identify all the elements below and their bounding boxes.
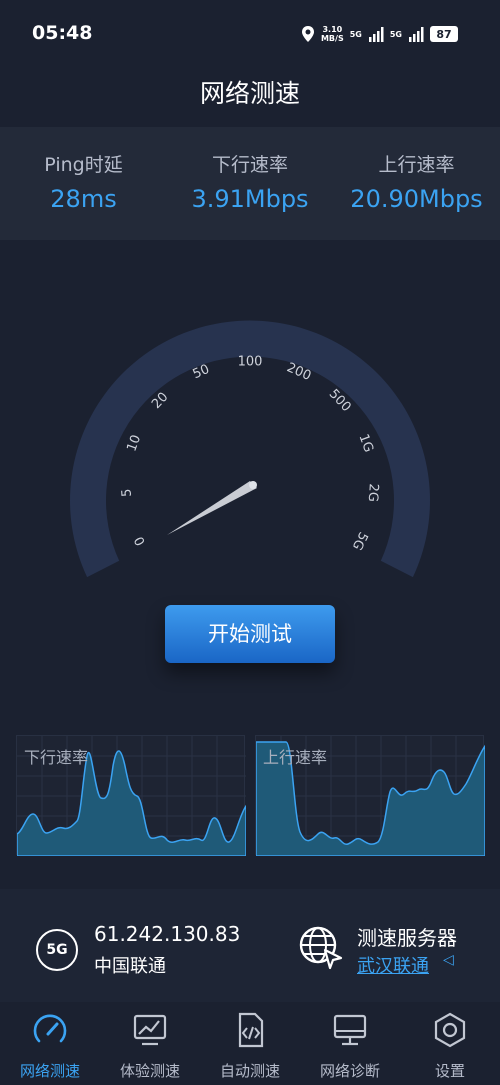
upload-chart: 上行速率 xyxy=(255,735,486,857)
download-chart-label: 下行速率 xyxy=(24,748,89,767)
gauge-tick-label: 100 xyxy=(238,355,263,370)
gauge-tick-label: 0 xyxy=(132,534,149,548)
speed-gauge: 05102050 100 2005001G2G5G xyxy=(69,320,430,578)
server-name-link[interactable]: 武汉联通 xyxy=(357,952,429,978)
gauge-tick-label: 1G xyxy=(356,432,376,454)
ip-address: 61.242.130.83 xyxy=(94,922,241,946)
stat-label: Ping时延 xyxy=(44,154,123,176)
bottom-nav: 网络测速 体验测速 自动测速 网络诊断 设置 xyxy=(0,1002,500,1085)
server-arrow-icon[interactable]: ◁ xyxy=(443,952,454,968)
signal-icon xyxy=(368,27,384,42)
stats-bar: Ping时延 28ms 下行速率 3.91Mbps 上行速率 20.90Mbps xyxy=(0,127,500,240)
nav-item-settings[interactable]: 设置 xyxy=(400,1010,500,1081)
gauge-tick-label: 10 xyxy=(124,433,144,454)
stat-ping: Ping时延 28ms xyxy=(0,150,167,213)
nav-item-diagnosis[interactable]: 网络诊断 xyxy=(300,1010,400,1081)
network-speed-unit: MB/S xyxy=(320,34,344,43)
stat-value: 28ms xyxy=(50,185,117,213)
speedometer-icon xyxy=(33,1014,67,1043)
gauge-tick-label: 2G xyxy=(365,483,381,502)
nav-item-auto-test[interactable]: 自动测速 xyxy=(200,1010,300,1081)
network-type-b: 5G xyxy=(389,29,402,39)
gauge-needle-hub xyxy=(249,481,257,489)
isp-name: 中国联通 xyxy=(94,956,166,977)
nav-item-experience[interactable]: 体验测速 xyxy=(100,1010,200,1081)
code-file-icon xyxy=(238,1012,264,1048)
monitor-icon xyxy=(333,1014,367,1046)
5g-badge-icon: 5G xyxy=(36,929,78,971)
network-speed-value: 3.10 xyxy=(322,25,343,34)
globe-cursor-icon[interactable] xyxy=(297,924,343,970)
stat-value: 3.91Mbps xyxy=(191,185,309,213)
upload-chart-label: 上行速率 xyxy=(263,748,328,767)
nav-label: 体验测速 xyxy=(119,1062,180,1080)
location-icon xyxy=(301,26,314,42)
nav-label: 网络测速 xyxy=(19,1062,80,1080)
nav-label: 设置 xyxy=(434,1062,465,1080)
network-speed: 3.10 MB/S xyxy=(321,25,344,43)
start-test-button[interactable]: 开始测试 xyxy=(165,605,335,663)
battery-icon: 87 xyxy=(430,26,458,42)
server-title: 测速服务器 xyxy=(357,926,457,950)
gauge-tick-label: 5 xyxy=(119,488,134,497)
status-time: 05:48 xyxy=(32,22,93,44)
nav-item-network-speed[interactable]: 网络测速 xyxy=(0,1010,100,1081)
download-chart: 下行速率 xyxy=(16,735,247,857)
stat-label: 下行速率 xyxy=(211,154,288,176)
status-indicators: 3.10 MB/S 5G 5G 87 xyxy=(301,22,458,46)
status-bar: 05:48 3.10 MB/S 5G 5G 87 xyxy=(0,0,500,70)
stat-value: 20.90Mbps xyxy=(350,185,483,213)
nav-label: 网络诊断 xyxy=(319,1062,380,1080)
gauge-needle xyxy=(167,481,257,535)
signal-icon-2 xyxy=(409,27,424,42)
network-type-a: 5G xyxy=(349,29,362,39)
gauge-tick-label: 5G xyxy=(349,529,371,552)
stat-upload: 上行速率 20.90Mbps xyxy=(333,150,500,213)
nav-label: 自动测速 xyxy=(219,1062,280,1080)
settings-icon xyxy=(434,1012,466,1048)
monitor-chart-icon xyxy=(133,1014,167,1046)
page-title: 网络测速 xyxy=(199,79,300,108)
stat-label: 上行速率 xyxy=(378,154,455,176)
stat-download: 下行速率 3.91Mbps xyxy=(167,150,333,213)
